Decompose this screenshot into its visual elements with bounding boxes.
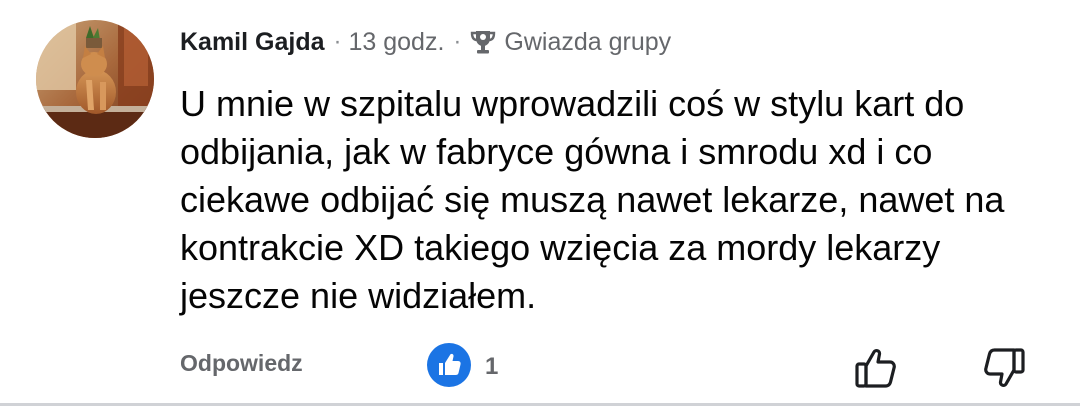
comment-text-line: ciekawe odbijać się muszą nawet lekarze,… xyxy=(180,179,1005,220)
comment-actions: Odpowiedz 1 xyxy=(0,336,1080,396)
separator: · xyxy=(333,28,342,55)
thumb-up-icon[interactable] xyxy=(852,344,900,392)
badge-label: Gwiazda grupy xyxy=(504,27,672,56)
trophy-icon xyxy=(468,27,498,57)
separator: · xyxy=(453,28,462,55)
comment-text-line: jeszcze nie widziałem. xyxy=(180,275,537,316)
avatar-cat-image xyxy=(36,20,154,138)
comment-text-line: U mnie w szpitalu wprowadzili coś w styl… xyxy=(180,83,965,124)
author-name[interactable]: Kamil Gajda xyxy=(180,28,325,57)
thumb-down-icon[interactable] xyxy=(980,344,1028,392)
comment-header: Kamil Gajda · 13 godz. · Gwiazda grupy xyxy=(180,24,671,60)
avatar[interactable] xyxy=(36,20,154,138)
like-count[interactable]: 1 xyxy=(485,353,498,381)
comment-text-line: kontrakcie XD takiego wzięcia za mordy l… xyxy=(180,227,941,268)
comment-text: U mnie w szpitalu wprowadzili coś w styl… xyxy=(180,80,1060,320)
timestamp[interactable]: 13 godz. xyxy=(349,28,445,57)
reply-button[interactable]: Odpowiedz xyxy=(180,350,303,377)
comment: Kamil Gajda · 13 godz. · Gwiazda grupy U… xyxy=(0,0,1080,406)
comment-text-line: odbijania, jak w fabryce gówna i smrodu … xyxy=(180,131,933,172)
like-icon[interactable] xyxy=(427,343,471,387)
